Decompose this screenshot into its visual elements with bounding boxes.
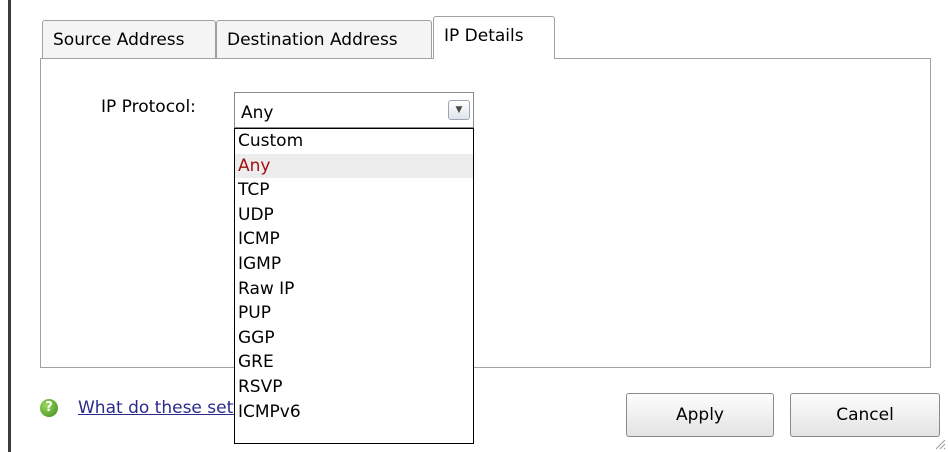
ip-protocol-label: IP Protocol: [101,97,196,117]
ip-protocol-select[interactable]: Any ▼ [234,92,474,128]
option-icmp[interactable]: ICMP [235,227,473,252]
option-custom[interactable]: Custom [235,129,473,154]
window-edge [8,0,11,452]
option-ggp[interactable]: GGP [235,326,473,351]
help-icon[interactable]: ? [40,399,58,417]
option-gre[interactable]: GRE [235,350,473,375]
option-tcp[interactable]: TCP [235,178,473,203]
option-pup[interactable]: PUP [235,301,473,326]
option-icmpv6[interactable]: ICMPv6 [235,400,473,425]
ip-protocol-value: Any [241,103,274,123]
apply-button[interactable]: Apply [626,393,774,437]
cancel-button[interactable]: Cancel [790,393,940,437]
tab-ip-details[interactable]: IP Details [433,16,555,59]
option-rsvp[interactable]: RSVP [235,375,473,400]
option-raw-ip[interactable]: Raw IP [235,277,473,302]
resize-grip-icon[interactable] [932,436,946,450]
option-udp[interactable]: UDP [235,203,473,228]
option-any[interactable]: Any [235,153,473,179]
tab-destination-address[interactable]: Destination Address [216,20,432,58]
ip-protocol-dropdown-list: Custom Any TCP UDP ICMP IGMP Raw IP PUP … [234,128,474,444]
option-igmp[interactable]: IGMP [235,252,473,277]
tab-source-address[interactable]: Source Address [42,20,216,58]
chevron-down-icon[interactable]: ▼ [448,100,470,120]
